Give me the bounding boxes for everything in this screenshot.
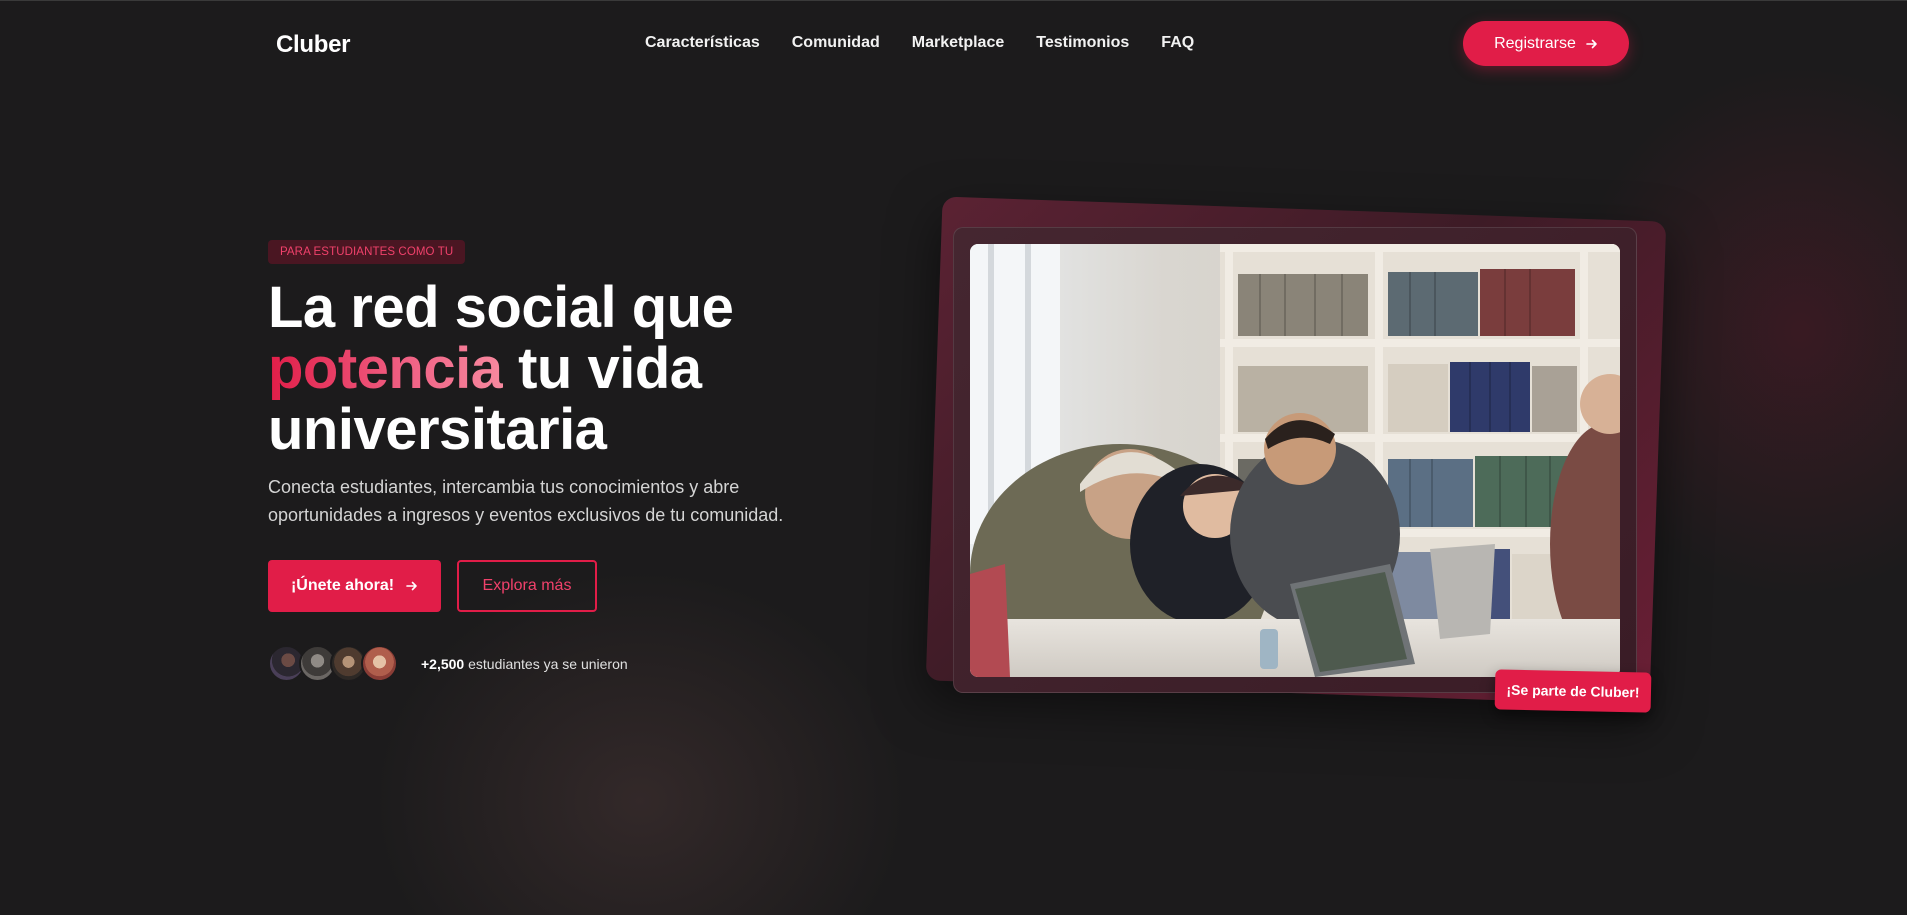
students-library-image — [970, 244, 1620, 677]
joined-label: estudiantes ya se unieron — [464, 656, 628, 672]
explore-more-button[interactable]: Explora más — [457, 560, 597, 612]
avatar — [361, 645, 398, 682]
join-now-button[interactable]: ¡Únete ahora! — [268, 560, 441, 612]
register-button[interactable]: Registrarse — [1463, 21, 1629, 66]
headline-accent: potencia — [268, 336, 503, 401]
nav-link-caracteristicas[interactable]: Características — [645, 34, 760, 52]
arrow-right-icon — [406, 581, 417, 591]
headline-line-1: La red social que — [268, 275, 734, 340]
main-nav: Características Comunidad Marketplace Te… — [645, 34, 1194, 52]
hero-subtitle: Conecta estudiantes, intercambia tus con… — [268, 477, 784, 525]
logo[interactable]: Cluber — [276, 31, 351, 59]
arrow-right-icon — [1586, 39, 1597, 48]
avatar-group — [268, 645, 398, 682]
join-cluber-badge[interactable]: ¡Se parte de Cluber! — [1494, 669, 1652, 713]
nav-link-testimonios[interactable]: Testimonios — [1036, 34, 1129, 52]
audience-tag: PARA ESTUDIANTES COMO TU — [268, 240, 466, 264]
register-label: Registrarse — [1494, 34, 1576, 52]
hero-photo — [970, 244, 1620, 677]
joined-count: +2,500 — [421, 656, 465, 672]
join-now-label: ¡Únete ahora! — [290, 577, 395, 594]
nav-link-comunidad[interactable]: Comunidad — [792, 34, 880, 52]
joined-count-text: +2,500 estudiantes ya se unieron — [421, 656, 628, 672]
headline-line-3: universitaria — [268, 397, 607, 462]
landing-page: Cluber Características Comunidad Marketp… — [0, 0, 1907, 915]
hero-headline: La red social que potencia tu vida unive… — [268, 277, 828, 460]
nav-link-faq[interactable]: FAQ — [1161, 34, 1194, 52]
headline-line-2: tu vida — [502, 336, 702, 401]
nav-link-marketplace[interactable]: Marketplace — [912, 34, 1005, 52]
